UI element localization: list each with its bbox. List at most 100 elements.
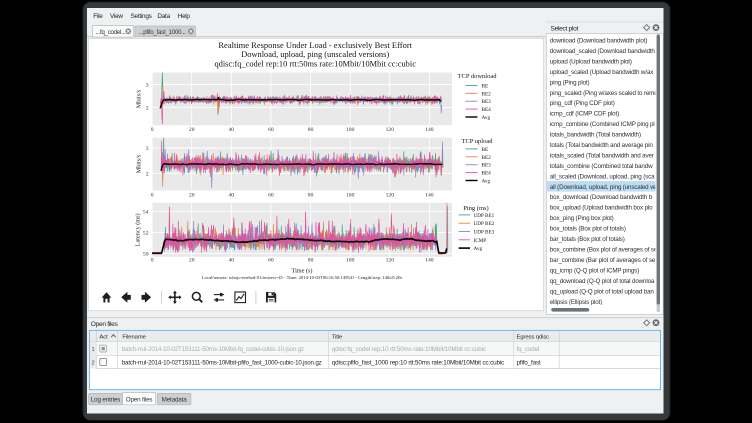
svg-text:0: 0 [151,192,154,198]
svg-text:all (Download, upload, ping (u: all (Download, upload, ping (unscaled ve [550,184,657,191]
svg-text:Avg: Avg [482,179,491,185]
svg-text:File: File [93,13,103,20]
svg-text:Latency (ms): Latency (ms) [135,213,142,246]
svg-text:Settings: Settings [131,13,152,20]
svg-text:60: 60 [268,258,274,264]
svg-text:Act: Act [99,335,108,341]
svg-text:download (Download bandwidth p: download (Download bandwidth plot) [550,38,647,45]
svg-text:100: 100 [346,258,355,264]
svg-text:BE: BE [482,147,489,153]
svg-text:100: 100 [346,127,355,133]
svg-text:ICMP: ICMP [474,238,487,244]
svg-text:40: 40 [229,127,235,133]
svg-text:52: 52 [143,231,149,237]
svg-text:Mbits/s: Mbits/s [136,154,143,173]
svg-text:80: 80 [308,127,314,133]
svg-text:box_totals (Box plot of totals: box_totals (Box plot of totals) [550,226,626,233]
svg-text:Data: Data [157,13,170,20]
svg-text:TCP upload: TCP upload [462,138,494,145]
svg-text:40: 40 [229,258,235,264]
svg-text:3: 3 [146,83,149,89]
svg-text:60: 60 [268,127,274,133]
svg-text:0: 0 [151,258,154,264]
svg-text:120: 120 [386,258,395,264]
svg-text:qq_upload (Q-Q plot of total u: qq_upload (Q-Q plot of total upload ban [550,288,655,295]
svg-text:3: 3 [146,146,149,152]
svg-text:upload_scaled (Upload bandwidt: upload_scaled (Upload bandwidth w/ax [550,69,654,76]
svg-text:BE3: BE3 [482,99,492,105]
svg-text:Help: Help [178,13,191,20]
svg-text:Realtime Response Under Load -: Realtime Response Under Load - exclusive… [218,40,412,50]
svg-text:80: 80 [308,258,314,264]
svg-text:fq_codel: fq_codel [517,346,540,353]
svg-text:60: 60 [268,192,274,198]
svg-text:Select plot: Select plot [551,25,579,32]
svg-text:Open files: Open files [126,397,153,404]
svg-text:20: 20 [189,127,195,133]
svg-text:box_ping (Ping box plot): box_ping (Ping box plot) [550,215,614,222]
svg-text:batch-rrul-2014-10-02T153111-5: batch-rrul-2014-10-02T153111-50ms-10Mbit… [122,359,322,366]
svg-text:box_combine (Box plot of avera: box_combine (Box plot of averages of se [550,247,658,254]
svg-text:pfifo_fast: pfifo_fast [517,359,541,366]
svg-text:Title: Title [332,335,343,341]
svg-text:Download, upload, ping (unscal: Download, upload, ping (unscaled version… [241,50,389,59]
svg-text:Time (s): Time (s) [292,267,313,274]
svg-text:BE3: BE3 [482,163,492,169]
svg-text:TCP download: TCP download [458,73,498,80]
svg-text:totals (Total bandwidth and av: totals (Total bandwidth and average pin [550,142,654,149]
svg-text:box_download (Download bandwid: box_download (Download bandwidth b [550,194,653,201]
svg-text:ping_cdf (Ping CDF plot): ping_cdf (Ping CDF plot) [550,100,615,107]
svg-text:totals_scaled (Total bandwidth: totals_scaled (Total bandwidth and aver [550,152,654,159]
svg-text:box_upload (Upload bandwidth b: box_upload (Upload bandwidth box plo [550,205,653,212]
svg-text:BE2: BE2 [482,155,492,161]
svg-text:ping (Ping plot): ping (Ping plot) [550,79,590,86]
svg-text:120: 120 [386,192,395,198]
svg-text:UDP BE3: UDP BE3 [474,230,495,236]
svg-text:Egress qdisc: Egress qdisc [517,335,550,341]
svg-text:ellipsis (Ellipsis plot): ellipsis (Ellipsis plot) [550,299,602,306]
svg-text:BE4: BE4 [482,107,492,113]
svg-text:Ping (ms): Ping (ms) [463,205,488,212]
svg-text:140: 140 [425,258,434,264]
svg-text:2: 2 [91,361,94,367]
svg-text:80: 80 [308,192,314,198]
svg-text:icmp_combine (Combined ICMP pi: icmp_combine (Combined ICMP ping pl [550,121,655,128]
svg-text:all_scaled (Download, upload,: all_scaled (Download, upload, ping (sca [550,173,655,180]
svg-text:Open files: Open files [91,321,119,328]
svg-text:UDP BE2: UDP BE2 [474,221,495,227]
svg-text:...pfifo_fast_1000...: ...pfifo_fast_1000... [139,30,186,36]
svg-text:1: 1 [91,347,94,353]
svg-text:qdisc:pfifo_fast_1000 rep:10 r: qdisc:pfifo_fast_1000 rep:10 rtt:50ms ra… [332,359,504,366]
svg-text:BE2: BE2 [482,91,492,97]
svg-text:BE: BE [482,83,489,89]
svg-text:bar_totals (Box plot of totals: bar_totals (Box plot of totals) [550,236,625,243]
svg-text:bar_combine (Bar plot of avera: bar_combine (Bar plot of averages of ser [550,257,657,264]
svg-text:...fq_codel...: ...fq_codel... [96,30,126,36]
svg-text:Metadata: Metadata [162,397,188,404]
svg-text:totals_bandwidth (Total bandwi: totals_bandwidth (Total bandwidth) [550,132,641,139]
svg-text:Mbits/s: Mbits/s [136,89,143,108]
svg-text:download_scaled (Download band: download_scaled (Download bandwidth [550,48,656,55]
svg-text:0: 0 [151,127,154,133]
svg-text:qdisc:fq_codel rep:10 rtt:50ms: qdisc:fq_codel rep:10 rtt:50ms rate:10Mb… [332,346,486,353]
svg-text:20: 20 [189,192,195,198]
svg-text:ping_scaled (Ping w/axes scale: ping_scaled (Ping w/axes scaled to remo [550,90,658,97]
svg-text:40: 40 [229,192,235,198]
svg-text:50: 50 [143,252,149,258]
svg-text:qq_icmp (Q-Q plot of ICMP ping: qq_icmp (Q-Q plot of ICMP pings) [550,267,639,274]
svg-text:54: 54 [143,210,149,216]
svg-text:View: View [110,13,123,20]
svg-text:2: 2 [146,106,149,112]
svg-text:140: 140 [425,192,434,198]
svg-text:120: 120 [386,127,395,133]
svg-text:140: 140 [425,127,434,133]
svg-text:BE4: BE4 [482,171,492,177]
svg-text:totals_combine (Combined total: totals_combine (Combined total bandw [550,163,653,170]
svg-text:Local/remote: tohojo-testbed-0: Local/remote: tohojo-testbed-01/testserv… [202,275,403,280]
svg-text:upload (Upload bandwidth plot): upload (Upload bandwidth plot) [550,58,632,65]
svg-text:20: 20 [189,258,195,264]
svg-text:icmp_cdf (ICMP CDF plot): icmp_cdf (ICMP CDF plot) [550,111,619,118]
svg-text:qdisc:fq_codel rep:10 rtt:50ms: qdisc:fq_codel rep:10 rtt:50ms rate:10Mb… [214,60,416,69]
svg-text:Filename: Filename [122,335,146,341]
svg-text:UDP BE1: UDP BE1 [474,213,495,219]
